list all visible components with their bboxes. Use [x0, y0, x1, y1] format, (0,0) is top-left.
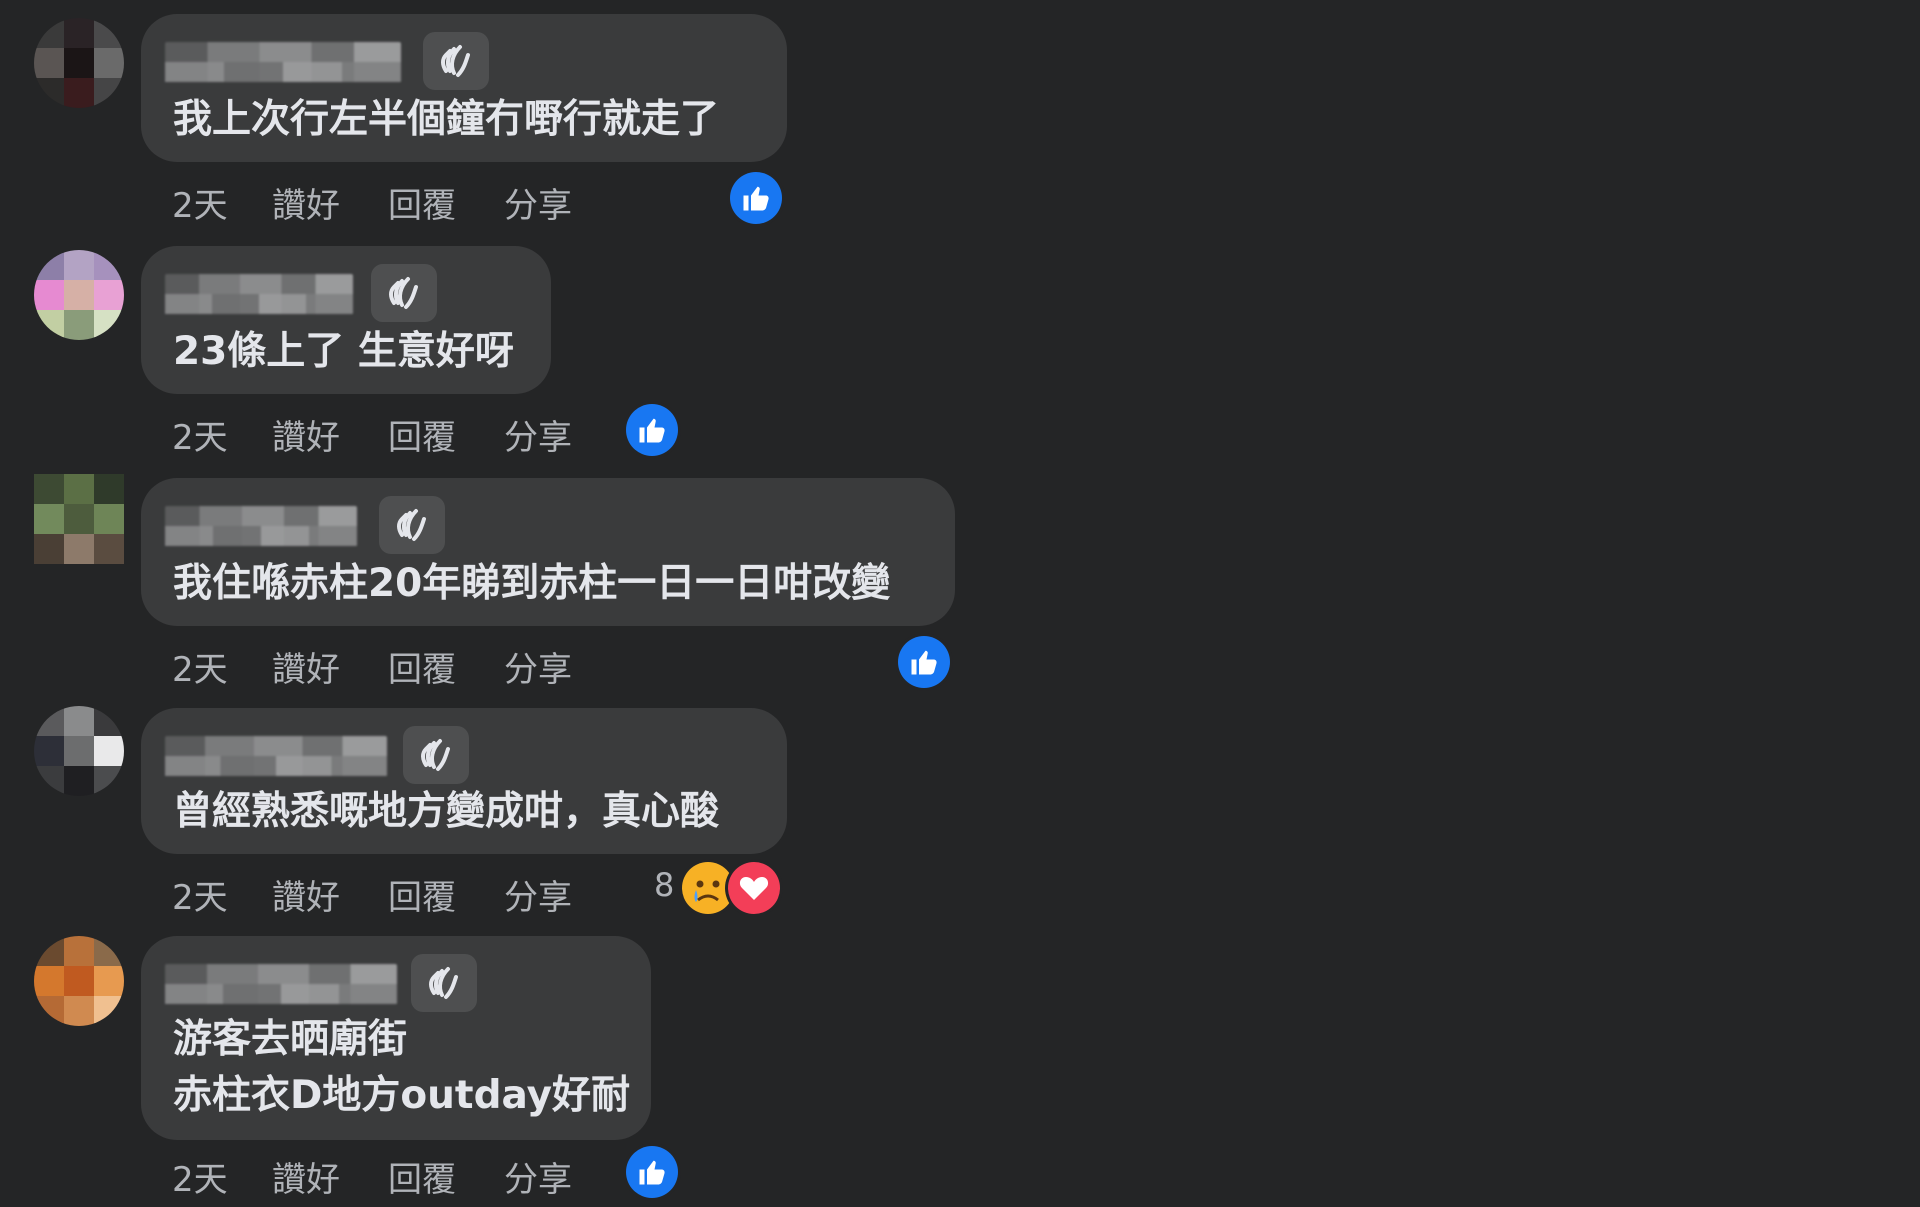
commenter-name-blurred[interactable] — [165, 736, 387, 776]
like-button[interactable]: 讚好 — [272, 1152, 340, 1201]
love-icon — [728, 862, 780, 914]
comment-actions: 2天 讚好 回覆 分享 — [172, 410, 872, 460]
like-reaction[interactable] — [730, 172, 782, 224]
reply-button[interactable]: 回覆 — [388, 870, 456, 919]
commenter-name-blurred[interactable] — [165, 42, 401, 82]
comment-text: 我住喺赤柱20年睇到赤柱一日一日咁改變 — [173, 561, 891, 606]
comment: 23條上了 生意好呀 2天 讚好 回覆 分享 — [0, 232, 1920, 464]
comment-time[interactable]: 2天 — [172, 1152, 228, 1201]
commenter-name-row — [165, 954, 495, 1012]
commenter-name-blurred[interactable] — [165, 274, 353, 314]
share-button[interactable]: 分享 — [504, 410, 572, 459]
share-button[interactable]: 分享 — [504, 870, 572, 919]
like-button[interactable]: 讚好 — [272, 870, 340, 919]
reply-button[interactable]: 回覆 — [388, 642, 456, 691]
wave-badge — [379, 496, 445, 554]
wave-badge — [371, 264, 437, 322]
share-button[interactable]: 分享 — [504, 1152, 572, 1201]
reply-button[interactable]: 回覆 — [388, 410, 456, 459]
avatar[interactable] — [34, 474, 124, 564]
comment-bubble: 游客去晒廟街 赤柱衣D地方outday好耐 — [141, 936, 651, 1140]
wave-hand-icon — [397, 509, 426, 541]
reaction-count: 8 — [654, 866, 675, 904]
like-icon — [743, 186, 769, 211]
comment-text-line: 赤柱衣D地方outday好耐 — [173, 1073, 631, 1118]
commenter-name-row — [165, 264, 465, 322]
reply-button[interactable]: 回覆 — [388, 1152, 456, 1201]
like-icon — [639, 1160, 665, 1185]
like-button[interactable]: 讚好 — [272, 410, 340, 459]
wave-badge — [411, 954, 477, 1012]
comment: 游客去晒廟街 赤柱衣D地方outday好耐 2天 讚好 回覆 分享 — [0, 926, 1920, 1207]
comment-text: 我上次行左半個鐘冇嘢行就走了 — [173, 97, 720, 142]
comment-time[interactable]: 2天 — [172, 642, 228, 691]
commenter-name-blurred[interactable] — [165, 964, 397, 1004]
like-reaction[interactable] — [898, 636, 950, 688]
wave-badge — [403, 726, 469, 784]
wave-hand-icon — [429, 967, 458, 999]
like-icon — [639, 418, 665, 443]
comment-time[interactable]: 2天 — [172, 870, 228, 919]
like-icon — [911, 650, 937, 675]
reply-button[interactable]: 回覆 — [388, 178, 456, 227]
reaction-summary[interactable]: 8 — [654, 862, 784, 914]
comment-actions: 2天 讚好 回覆 分享 — [172, 642, 872, 692]
avatar[interactable] — [34, 706, 124, 796]
comment-text: 23條上了 生意好呀 — [173, 329, 514, 374]
like-button[interactable]: 讚好 — [272, 178, 340, 227]
comment: 曾經熟悉嘅地方變成咁，真心酸 2天 讚好 回覆 分享 8 — [0, 696, 1920, 926]
commenter-name-row — [165, 32, 505, 90]
commenter-name-blurred[interactable] — [165, 506, 357, 546]
share-button[interactable]: 分享 — [504, 178, 572, 227]
comment: 我上次行左半個鐘冇嘢行就走了 2天 讚好 回覆 分享 — [0, 0, 1920, 230]
comment-bubble: 曾經熟悉嘅地方變成咁，真心酸 — [141, 708, 787, 854]
commenter-name-row — [165, 496, 485, 554]
like-reaction[interactable] — [626, 1146, 678, 1198]
comment: 我住喺赤柱20年睇到赤柱一日一日咁改變 2天 讚好 回覆 分享 — [0, 464, 1920, 696]
comment-actions: 2天 讚好 回覆 分享 — [172, 1152, 872, 1202]
avatar[interactable] — [34, 250, 124, 340]
like-button[interactable]: 讚好 — [272, 642, 340, 691]
wave-hand-icon — [441, 45, 470, 77]
sad-emoji-icon — [682, 862, 734, 914]
comment-time[interactable]: 2天 — [172, 178, 228, 227]
like-reaction[interactable] — [626, 404, 678, 456]
wave-badge — [423, 32, 489, 90]
comment-time[interactable]: 2天 — [172, 410, 228, 459]
wave-hand-icon — [389, 277, 418, 309]
avatar[interactable] — [34, 18, 124, 108]
share-button[interactable]: 分享 — [504, 642, 572, 691]
commenter-name-row — [165, 726, 495, 784]
comment-text-line: 游客去晒廟街 — [173, 1017, 408, 1062]
comment-bubble: 23條上了 生意好呀 — [141, 246, 551, 394]
wave-hand-icon — [421, 739, 450, 771]
avatar[interactable] — [34, 936, 124, 1026]
comment-bubble: 我上次行左半個鐘冇嘢行就走了 — [141, 14, 787, 162]
comment-text: 曾經熟悉嘅地方變成咁，真心酸 — [173, 789, 720, 834]
comment-bubble: 我住喺赤柱20年睇到赤柱一日一日咁改變 — [141, 478, 955, 626]
